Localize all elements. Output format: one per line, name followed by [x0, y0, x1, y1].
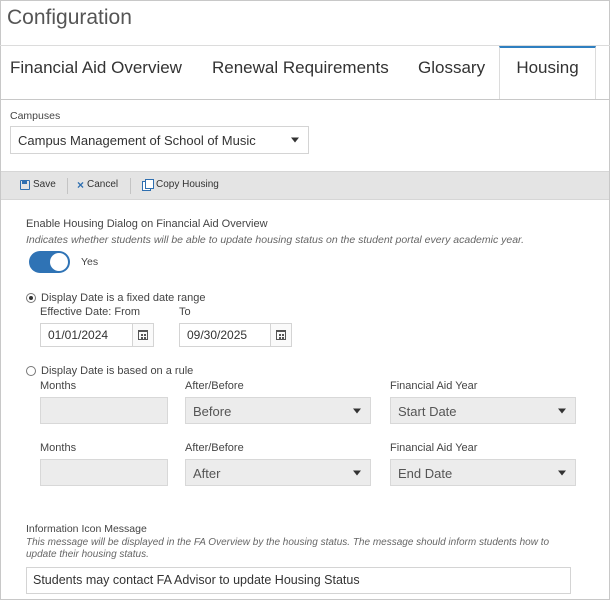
after-before-select[interactable]: After: [185, 459, 371, 486]
after-before-value: After: [193, 466, 221, 481]
chevron-down-icon: [291, 137, 299, 143]
campuses-select-value: Campus Management of School of Music: [18, 133, 256, 148]
info-message-label: Information Icon Message: [26, 523, 147, 535]
fa-year-value: Start Date: [398, 404, 457, 419]
chevron-down-icon: [353, 408, 361, 413]
copy-icon: [142, 179, 154, 191]
months-input[interactable]: [40, 397, 168, 424]
calendar-icon: [138, 330, 148, 340]
effective-to-calendar-button[interactable]: [271, 323, 292, 347]
effective-from-label: Effective Date: From: [40, 306, 141, 318]
fixed-range-label: Display Date is a fixed date range: [41, 292, 206, 304]
tab-glossary[interactable]: Glossary: [418, 46, 485, 100]
effective-to-input[interactable]: 09/30/2025: [179, 323, 271, 347]
toggle-knob: [50, 253, 68, 271]
tab-bar: Financial Aid Overview Renewal Requireme…: [0, 46, 610, 100]
close-icon: ×: [77, 177, 85, 192]
effective-to-label: To: [179, 306, 191, 318]
fa-year-label: Financial Aid Year: [390, 380, 478, 392]
tab-financial-aid-overview[interactable]: Financial Aid Overview: [10, 46, 182, 100]
chevron-down-icon: [558, 408, 566, 413]
copy-housing-button[interactable]: Copy Housing: [142, 179, 219, 191]
months-input[interactable]: [40, 459, 168, 486]
after-before-select[interactable]: Before: [185, 397, 371, 424]
cancel-button-label: Cancel: [87, 179, 119, 190]
after-before-label: After/Before: [185, 380, 244, 392]
chevron-down-icon: [353, 470, 361, 475]
fa-year-value: End Date: [398, 466, 453, 481]
fa-year-select[interactable]: End Date: [390, 459, 576, 486]
months-label: Months: [40, 380, 77, 392]
cancel-button[interactable]: × Cancel: [77, 177, 119, 192]
toolbar: Save × Cancel Copy Housing: [1, 171, 609, 200]
rule-radio[interactable]: [26, 366, 36, 376]
after-before-label: After/Before: [185, 442, 244, 454]
housing-dialog-toggle-label: Yes: [81, 256, 99, 268]
save-icon: [20, 179, 30, 190]
campuses-label: Campuses: [10, 110, 61, 122]
housing-dialog-label: Enable Housing Dialog on Financial Aid O…: [26, 218, 268, 230]
calendar-icon: [276, 330, 286, 340]
toolbar-separator: [130, 178, 131, 194]
tab-housing[interactable]: Housing: [499, 46, 596, 100]
months-label: Months: [40, 442, 77, 454]
save-button-label: Save: [33, 179, 56, 190]
info-message-description: This message will be displayed in the FA…: [26, 537, 550, 560]
tabs-divider: [0, 99, 610, 100]
effective-from-input[interactable]: 01/01/2024: [40, 323, 133, 347]
campuses-select[interactable]: Campus Management of School of Music: [10, 126, 309, 154]
fa-year-select[interactable]: Start Date: [390, 397, 576, 424]
effective-from-calendar-button[interactable]: [133, 323, 154, 347]
housing-dialog-description: Indicates whether students will be able …: [26, 234, 525, 246]
chevron-down-icon: [558, 470, 566, 475]
fixed-range-radio[interactable]: [26, 293, 36, 303]
copy-housing-button-label: Copy Housing: [156, 179, 219, 190]
page-title: Configuration: [7, 6, 132, 29]
toolbar-separator: [67, 178, 68, 194]
fa-year-label: Financial Aid Year: [390, 442, 478, 454]
housing-dialog-toggle[interactable]: [29, 251, 70, 273]
after-before-value: Before: [193, 404, 232, 419]
info-message-input[interactable]: Students may contact FA Advisor to updat…: [26, 567, 571, 594]
rule-label: Display Date is based on a rule: [41, 365, 194, 377]
tab-renewal-requirements[interactable]: Renewal Requirements: [212, 46, 389, 100]
save-button[interactable]: Save: [20, 179, 56, 190]
